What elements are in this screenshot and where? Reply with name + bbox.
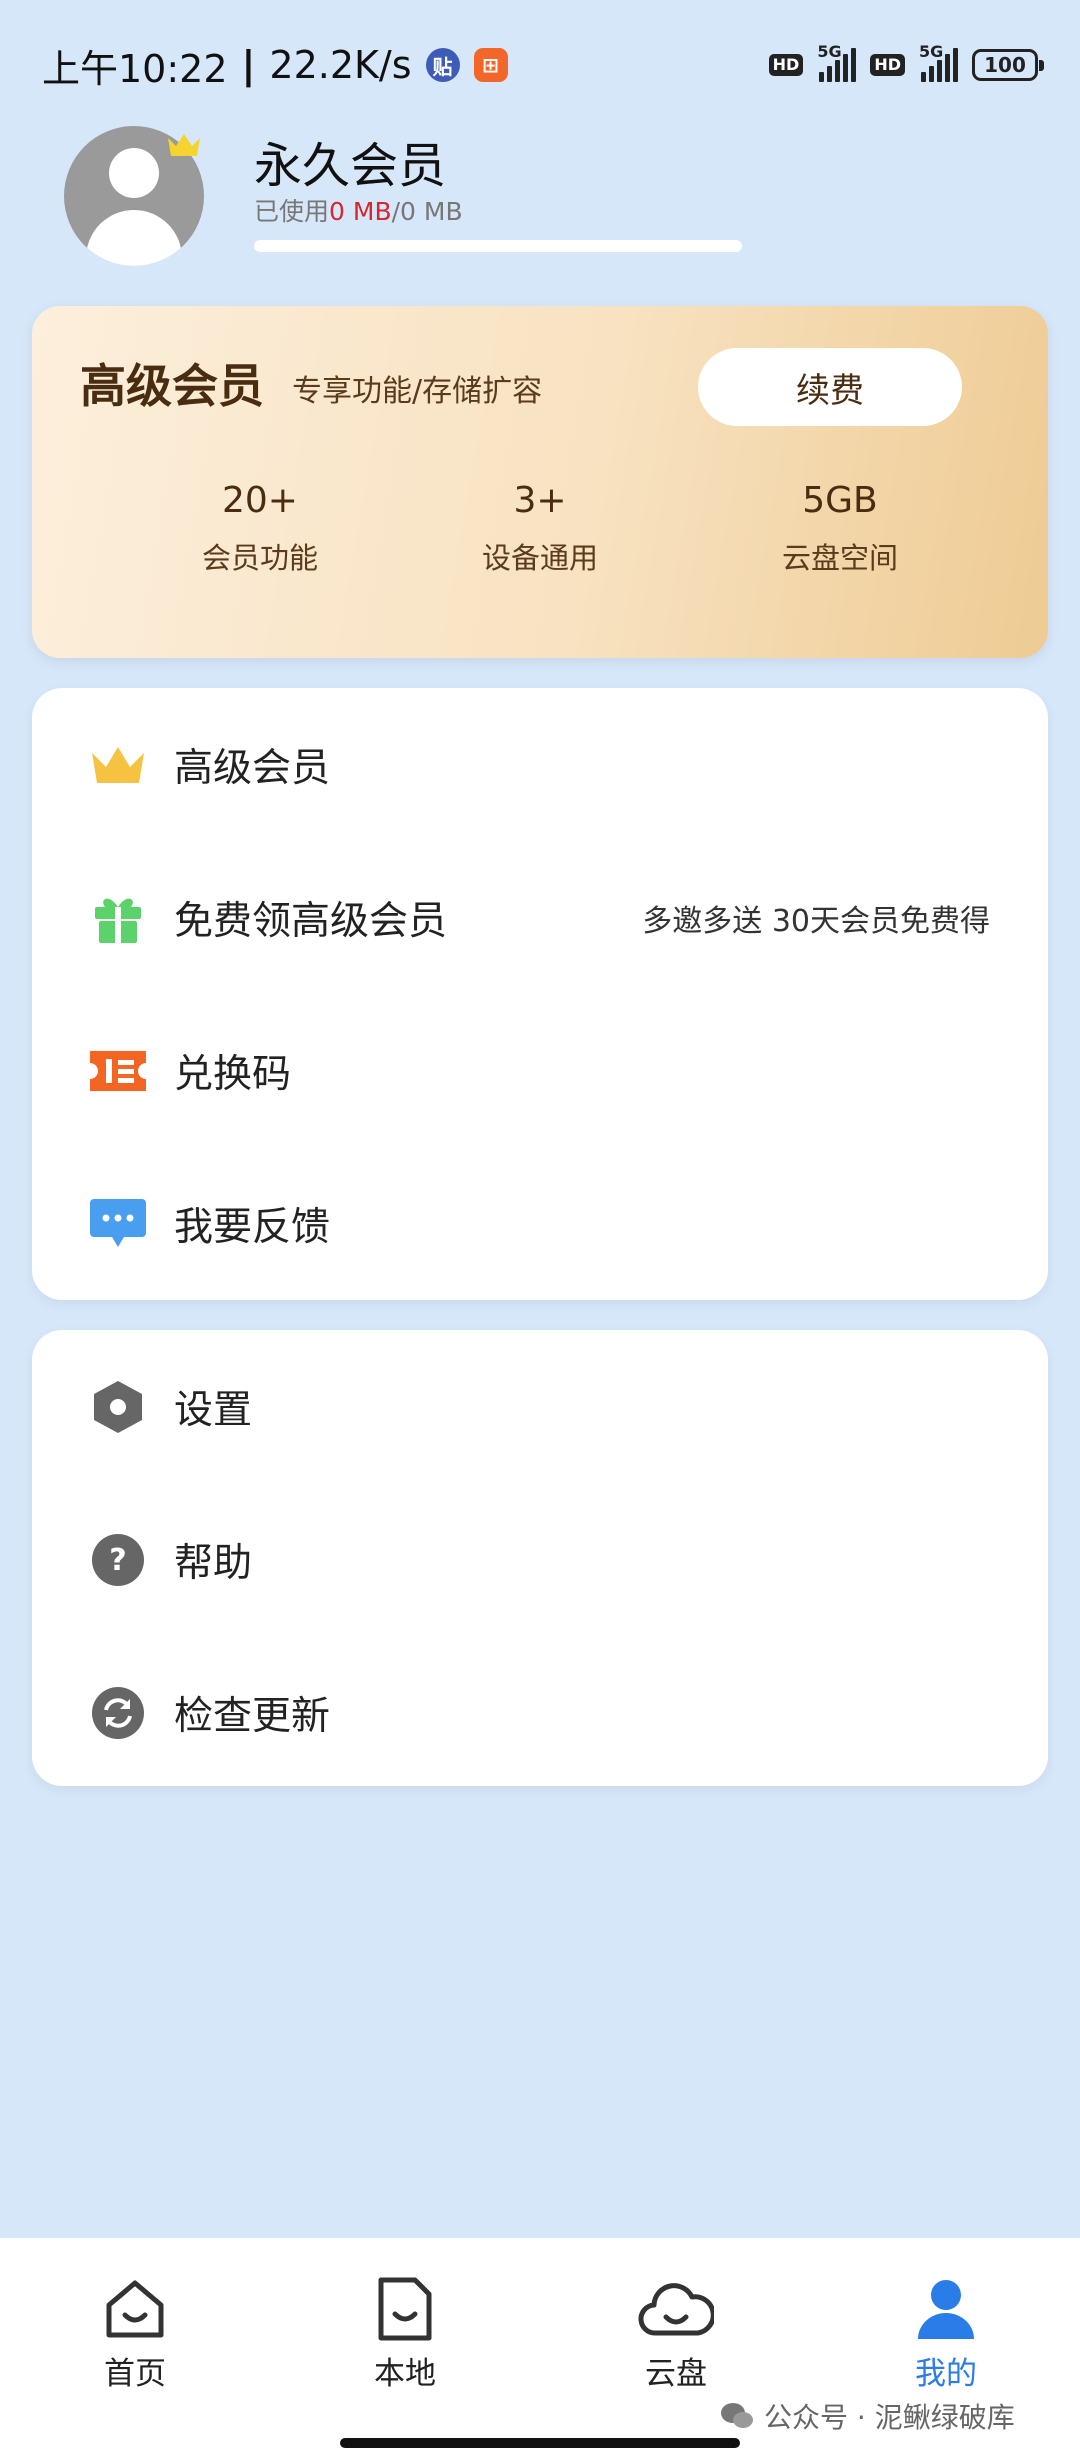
profile-header: 永久会员 已使用0 MB/0 MB (64, 126, 1014, 276)
stat-label: 会员功能 (201, 541, 318, 575)
gear-hexagon-icon (90, 1379, 146, 1435)
menu-label: 我要反馈 (174, 1204, 331, 1250)
stat-value: 5GB (802, 480, 878, 521)
hd-badge: HD (768, 54, 804, 76)
nav-label: 本地 (374, 2356, 436, 2392)
svg-text:?: ? (109, 1543, 126, 1578)
menu-label: 设置 (174, 1387, 253, 1433)
person-icon (906, 2272, 986, 2346)
profile-name: 永久会员 (254, 138, 447, 194)
status-speed: 22.2K/s (269, 43, 412, 87)
chat-bubble-icon (90, 1196, 146, 1252)
home-icon (95, 2272, 175, 2346)
battery-level: 100 (984, 53, 1026, 77)
crown-icon (90, 737, 146, 793)
gift-icon (90, 890, 146, 946)
battery-icon: 100 (972, 49, 1044, 81)
watermark-text: 公众号 · 泥鳅绿破库 (764, 2401, 1015, 2434)
menu-item-free-premium[interactable]: 免费领高级会员 多邀多送 30天会员免费得 (32, 841, 1048, 994)
cloud-icon (636, 2272, 716, 2346)
help-icon: ? (90, 1532, 146, 1588)
nav-label: 云盘 (645, 2356, 707, 2392)
status-divider: | (241, 43, 256, 87)
signal-icon-2: 5G (919, 42, 958, 82)
wechat-icon (721, 2403, 753, 2428)
ticket-icon (90, 1043, 146, 1099)
menu-card-membership: 高级会员 免费领高级会员 多邀多送 30天会员免费得 兑换码 我要反馈 (32, 688, 1048, 1300)
hd-badge-2: HD (870, 54, 905, 76)
renew-button[interactable]: 续费 (698, 348, 962, 426)
home-indicator[interactable] (340, 2438, 740, 2448)
menu-label: 帮助 (174, 1540, 253, 1586)
stat-cloud-space: 5GB 云盘空间 (720, 480, 960, 577)
storage-total: /0 MB (391, 197, 463, 226)
menu-label: 兑换码 (174, 1051, 292, 1097)
menu-item-help[interactable]: ? 帮助 (32, 1483, 1048, 1636)
storage-progress-bar (254, 240, 742, 252)
nav-label: 我的 (915, 2356, 977, 2392)
notification-app-icon: 贴 (425, 48, 460, 82)
menu-card-app: 设置 ? 帮助 检查更新 (32, 1330, 1048, 1786)
stat-value: 20+ (222, 480, 298, 521)
crown-badge-icon (168, 134, 200, 156)
stat-label: 设备通用 (481, 541, 598, 575)
file-icon (365, 2272, 445, 2346)
nav-home[interactable]: 首页 (55, 2272, 215, 2393)
storage-usage: 已使用0 MB/0 MB (254, 192, 463, 228)
menu-item-check-update[interactable]: 检查更新 (32, 1636, 1048, 1789)
bottom-nav: 首页 本地 云盘 我的 公众号 · 泥鳅绿破库 (0, 2238, 1080, 2460)
status-right: HD 5G HD 5G 100 (768, 42, 1044, 82)
nav-local[interactable]: 本地 (325, 2272, 485, 2393)
status-left: 上午10:22 | 22.2K/s 贴 ⊞ (42, 38, 508, 93)
nav-label: 首页 (104, 2356, 166, 2392)
nav-cloud[interactable]: 云盘 (596, 2272, 756, 2393)
storage-used: 0 MB (329, 197, 392, 226)
signal-icon: 5G (817, 42, 857, 82)
stat-value: 3+ (513, 480, 567, 521)
premium-title: 高级会员 (80, 359, 264, 413)
network-label: 5G (817, 42, 842, 61)
stat-features: 20+ 会员功能 (140, 480, 380, 577)
nav-mine[interactable]: 我的 (866, 2272, 1026, 2393)
watermark: 公众号 · 泥鳅绿破库 (720, 2396, 1015, 2436)
menu-label: 免费领高级会员 (174, 898, 448, 944)
menu-item-settings[interactable]: 设置 (32, 1330, 1048, 1483)
storage-prefix: 已使用 (254, 197, 330, 226)
refresh-icon (90, 1685, 146, 1741)
menu-item-premium[interactable]: 高级会员 (32, 688, 1048, 841)
stat-devices: 3+ 设备通用 (420, 480, 660, 577)
premium-subtitle: 专享功能/存储扩容 (292, 374, 543, 409)
notification-app2-icon: ⊞ (473, 48, 508, 82)
status-bar: 上午10:22 | 22.2K/s 贴 ⊞ HD 5G HD 5G 100 (0, 0, 1080, 130)
stat-label: 云盘空间 (781, 541, 898, 575)
network-label-2: 5G (919, 42, 944, 61)
menu-item-redeem-code[interactable]: 兑换码 (32, 994, 1048, 1147)
menu-label: 高级会员 (174, 745, 331, 791)
menu-item-feedback[interactable]: 我要反馈 (32, 1147, 1048, 1300)
invite-promo-hint: 多邀多送 30天会员免费得 (642, 903, 990, 939)
menu-label: 检查更新 (174, 1693, 331, 1739)
status-time: 上午10:22 (42, 46, 228, 91)
premium-card[interactable]: 高级会员 专享功能/存储扩容 续费 20+ 会员功能 3+ 设备通用 5GB 云… (32, 306, 1048, 658)
